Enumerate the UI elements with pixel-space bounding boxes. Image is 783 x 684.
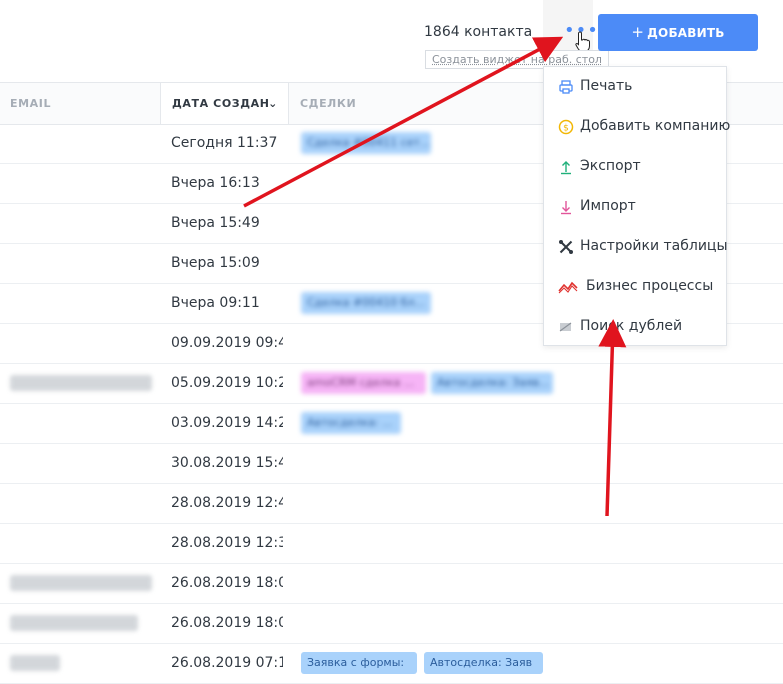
top-bar: 1864 контакта ••• Создать виджет на раб.… — [0, 0, 783, 77]
add-contact-button[interactable]: +ДОБАВИТЬ КОНТАКТ — [598, 14, 758, 77]
more-actions-menu: Печать $ Добавить компанию Экспорт Импор… — [543, 66, 731, 347]
tools-icon — [559, 240, 573, 254]
date-cell: 28.08.2019 12:35 — [171, 535, 283, 551]
date-cell: 30.08.2019 15:40 — [171, 455, 283, 471]
coin-icon: $ — [558, 119, 574, 135]
deal-tag[interactable]: Сделка #00410 бл... — [301, 292, 431, 314]
menu-item-label: Настройки таблицы — [580, 238, 728, 254]
table-row[interactable]: 03.09.2019 14:25 Автосделка: ... — [0, 404, 783, 444]
table-row[interactable]: 26.08.2019 18:07 — [0, 604, 783, 644]
menu-item-export[interactable]: Экспорт — [544, 147, 728, 187]
menu-item-add-company[interactable]: $ Добавить компанию — [544, 107, 731, 147]
table-row[interactable]: 05.09.2019 10:22 amoCRM сделка ... Автос… — [0, 364, 783, 404]
duplicates-icon — [559, 322, 572, 332]
menu-item-label: Поиск дублей — [580, 318, 683, 334]
email-cell — [10, 615, 138, 631]
date-cell: Вчера 16:13 — [171, 175, 260, 191]
table-row[interactable]: 30.08.2019 15:40 — [0, 444, 783, 484]
date-cell: 09.09.2019 09:48 — [171, 335, 283, 351]
menu-item-find-duplicates[interactable]: Поиск дублей — [544, 307, 728, 347]
menu-item-label: Добавить компанию — [580, 118, 731, 134]
column-email[interactable]: EMAIL — [10, 83, 51, 124]
menu-item-table-settings[interactable]: Настройки таблицы — [544, 227, 728, 267]
menu-item-label: Экспорт — [580, 158, 641, 174]
menu-item-label: Бизнес процессы — [586, 278, 714, 294]
svg-text:$: $ — [563, 124, 569, 134]
deal-tag[interactable]: Автосделка: ... — [301, 412, 401, 434]
menu-item-label: Импорт — [580, 198, 636, 214]
date-cell: 05.09.2019 10:22 — [171, 375, 283, 391]
chevron-down-icon[interactable]: ⌄ — [268, 83, 278, 124]
email-cell — [10, 375, 152, 391]
deal-tag[interactable]: Автосделка: Заяв — [424, 652, 543, 674]
date-cell: 26.08.2019 18:07 — [171, 615, 283, 631]
column-date-created[interactable]: ДАТА СОЗДАН ⌄ — [160, 83, 289, 124]
date-cell: 03.09.2019 14:25 — [171, 415, 283, 431]
date-cell: 28.08.2019 12:42 — [171, 495, 283, 511]
deal-tag[interactable]: Заявка с формы: — [301, 652, 417, 674]
date-cell: Сегодня 11:37 — [171, 135, 278, 151]
table-row[interactable]: 26.08.2019 07:17 Заявка с формы: Автосде… — [0, 644, 783, 684]
plus-icon: + — [631, 23, 645, 41]
import-arrow-icon — [561, 201, 571, 215]
column-date-label: ДАТА СОЗДАН — [172, 97, 270, 110]
deal-tag[interactable]: Сделка #00411 сет... — [301, 132, 431, 154]
column-deals[interactable]: СДЕЛКИ — [300, 83, 356, 124]
email-cell — [10, 575, 152, 591]
table-row[interactable]: 28.08.2019 12:42 — [0, 484, 783, 524]
date-cell: 26.08.2019 18:07 — [171, 575, 283, 591]
date-cell: Вчера 09:11 — [171, 295, 260, 311]
process-wave-icon — [558, 281, 578, 294]
deal-tag[interactable]: amoCRM сделка ... — [301, 372, 426, 394]
menu-item-import[interactable]: Импорт — [544, 187, 728, 227]
date-cell: Вчера 15:49 — [171, 215, 260, 231]
email-cell — [10, 655, 60, 671]
menu-item-business-processes[interactable]: Бизнес процессы — [544, 267, 728, 307]
export-arrow-icon — [561, 161, 571, 175]
menu-item-label: Печать — [580, 78, 633, 94]
deal-tag[interactable]: Автосделка: Заяв... — [431, 372, 553, 394]
date-cell: Вчера 15:09 — [171, 255, 260, 271]
table-row[interactable]: 28.08.2019 12:35 — [0, 524, 783, 564]
menu-item-print[interactable]: Печать — [544, 67, 728, 107]
date-cell: 26.08.2019 07:17 — [171, 655, 283, 671]
contacts-count: 1864 контакта — [424, 24, 533, 40]
printer-icon — [559, 80, 573, 94]
table-row[interactable]: 26.08.2019 18:07 — [0, 564, 783, 604]
